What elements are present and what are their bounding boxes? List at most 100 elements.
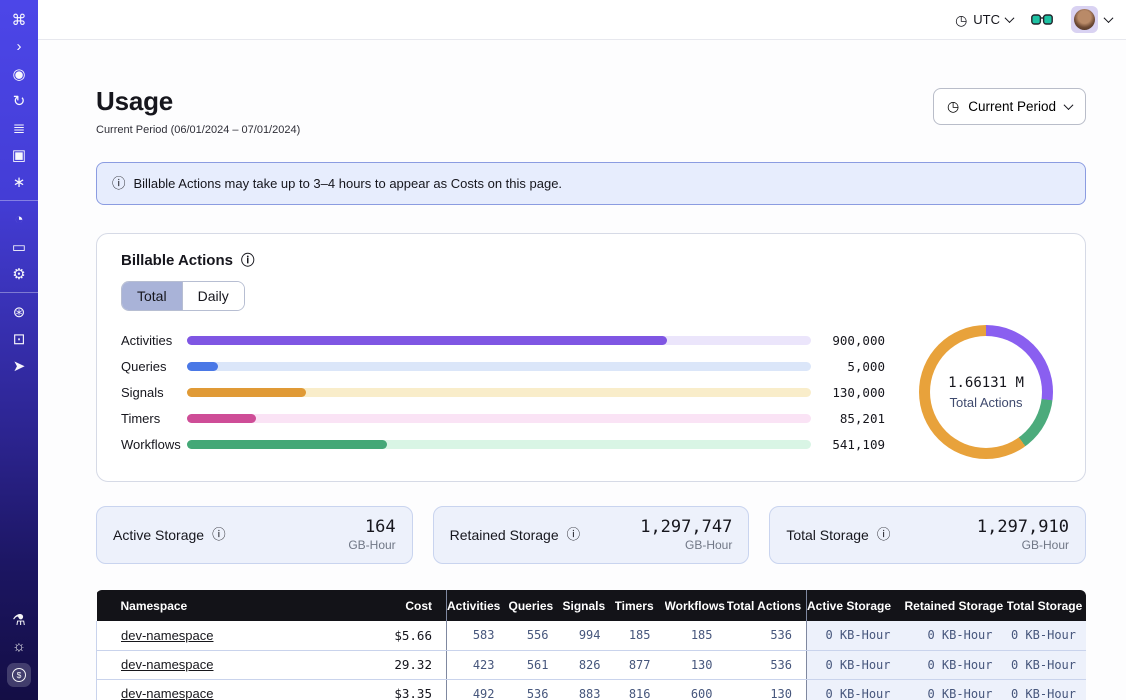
bar-value: 5,000	[811, 359, 885, 374]
sidebar-item-lifebuoy-icon[interactable]: ⊛	[0, 298, 38, 325]
info-icon[interactable]: ⓘ	[877, 528, 891, 542]
dollar-coin-icon: $	[7, 663, 31, 687]
tab-daily[interactable]: Daily	[182, 282, 244, 310]
table-row: dev-namespace$5.665835569941851855360 KB…	[97, 621, 1087, 650]
retained-storage-unit: GB-Hour	[640, 538, 732, 553]
avatar	[1071, 6, 1098, 33]
sidebar-item-retry-clock-icon[interactable]: ↻	[0, 87, 38, 114]
cell-retained-storage: 0 KB-Hour	[905, 679, 1007, 700]
sidebar-item-gear-icon[interactable]: ⚙	[0, 260, 38, 287]
glasses-button[interactable]	[1031, 13, 1053, 26]
donut-ring: 1.66131 M Total Actions	[919, 325, 1053, 459]
cell-signals: 883	[563, 679, 615, 700]
bar-value: 130,000	[811, 385, 885, 400]
active-storage-label: Active Storage	[113, 527, 204, 543]
sidebar-item-sun-icon[interactable]: ☼	[0, 633, 38, 660]
sidebar-item-eye-icon[interactable]: ◉	[0, 60, 38, 87]
total-storage-card: Total Storage ⓘ 1,297,910 GB-Hour	[769, 506, 1086, 564]
eye-icon: ◉	[12, 65, 25, 83]
cell-cost: $5.66	[355, 621, 447, 650]
sidebar-item-credit-card-icon[interactable]: ▭	[0, 233, 38, 260]
glasses-icon	[1031, 13, 1053, 26]
bar-fill	[187, 414, 256, 423]
sidebar-item-monitor-icon[interactable]: ⊡	[0, 325, 38, 352]
current-period-button[interactable]: ◷ Current Period	[933, 88, 1086, 125]
retained-storage-card: Retained Storage ⓘ 1,297,747 GB-Hour	[433, 506, 750, 564]
cell-total-storage: 0 KB-Hour	[1007, 621, 1087, 650]
timezone-label: UTC	[973, 12, 1000, 27]
banner-text: Billable Actions may take up to 3–4 hour…	[134, 176, 563, 191]
sidebar-item-layers-icon[interactable]: ≣	[0, 114, 38, 141]
namespace-link[interactable]: dev-namespace	[121, 686, 214, 700]
main-content: Usage Current Period (06/01/2024 – 07/01…	[38, 40, 1126, 700]
chevron-down-icon	[1064, 100, 1074, 110]
timezone-select[interactable]: ◷ UTC	[955, 12, 1013, 27]
cell-timers: 816	[615, 679, 665, 700]
retained-storage-value: 1,297,747	[640, 517, 732, 538]
namespace-link[interactable]: dev-namespace	[121, 628, 214, 643]
total-storage-label: Total Storage	[786, 527, 869, 543]
cell-total-actions: 536	[727, 650, 807, 679]
bar-row-signals: Signals130,000	[121, 379, 885, 405]
cell-total-actions: 536	[727, 621, 807, 650]
cell-workflows: 600	[665, 679, 727, 700]
stopwatch-icon: ◷	[947, 98, 959, 115]
credit-card-icon: ▭	[12, 238, 26, 256]
sidebar-item-asterisk-icon[interactable]: ∗	[0, 168, 38, 195]
bar-row-queries: Queries5,000	[121, 353, 885, 379]
cell-queries: 536	[509, 679, 563, 700]
bar-row-workflows: Workflows541,109	[121, 431, 885, 457]
storage-cards: Active Storage ⓘ 164 GB-Hour Retained St…	[96, 506, 1086, 564]
sidebar-item-rocket-icon[interactable]: ➤	[0, 352, 38, 379]
info-icon[interactable]: ⓘ	[567, 528, 581, 542]
cell-timers: 877	[615, 650, 665, 679]
cell-signals: 994	[563, 621, 615, 650]
cell-total-storage: 0 KB-Hour	[1007, 679, 1087, 700]
sidebar-item-chevron-right-icon[interactable]: ›	[0, 33, 38, 60]
namespace-usage-table: NamespaceCostActivitiesQueriesSignalsTim…	[96, 590, 1086, 700]
period-button-label: Current Period	[968, 99, 1056, 114]
cell-retained-storage: 0 KB-Hour	[905, 621, 1007, 650]
cell-workflows: 185	[665, 621, 727, 650]
cell-namespace: dev-namespace	[97, 679, 355, 700]
table-header-row: NamespaceCostActivitiesQueriesSignalsTim…	[97, 590, 1087, 621]
cell-queries: 561	[509, 650, 563, 679]
retry-clock-icon: ↻	[13, 92, 26, 110]
info-icon[interactable]: ⓘ	[212, 528, 226, 542]
billable-tabs: Total Daily	[121, 281, 245, 311]
info-banner: ⓘ Billable Actions may take up to 3–4 ho…	[96, 162, 1086, 205]
bar-value: 85,201	[811, 411, 885, 426]
donut-total-value: 1.66131 M	[948, 375, 1024, 391]
info-icon: ⓘ	[112, 177, 126, 191]
cell-signals: 826	[563, 650, 615, 679]
bar-track	[187, 388, 811, 397]
page-subtitle: Current Period (06/01/2024 – 07/01/2024)	[96, 124, 300, 136]
user-menu[interactable]	[1071, 6, 1112, 33]
rocket-icon: ➤	[13, 357, 26, 375]
sidebar-item-temporal-logo-icon[interactable]: ⌘	[0, 6, 38, 33]
cell-retained-storage: 0 KB-Hour	[905, 650, 1007, 679]
chevron-down-icon	[1005, 13, 1015, 23]
info-icon[interactable]: ⓘ	[241, 254, 255, 268]
asterisk-icon: ∗	[13, 173, 26, 191]
active-storage-value: 164	[348, 517, 395, 538]
sidebar-item-cube-icon[interactable]: ▣	[0, 141, 38, 168]
namespace-link[interactable]: dev-namespace	[121, 657, 214, 672]
sidebar-item-gauge-icon[interactable]: ◔	[0, 206, 38, 233]
bar-track	[187, 362, 811, 371]
cell-cost: 29.32	[355, 650, 447, 679]
tab-total[interactable]: Total	[122, 282, 182, 310]
sidebar-item-dollar-coin-icon[interactable]: $	[0, 660, 38, 690]
total-storage-value: 1,297,910	[977, 517, 1069, 538]
bar-fill	[187, 440, 387, 449]
cell-namespace: dev-namespace	[97, 650, 355, 679]
column-header-signals: Signals	[563, 590, 615, 621]
billable-actions-title: Billable Actions	[121, 252, 233, 269]
bar-label: Workflows	[121, 437, 187, 452]
cell-cost: $3.35	[355, 679, 447, 700]
billable-actions-card: Billable Actions ⓘ Total Daily Activitie…	[96, 233, 1086, 482]
chevron-right-icon: ›	[17, 38, 22, 55]
sidebar-item-flask-icon[interactable]: ⚗	[0, 606, 38, 633]
donut-total-label: Total Actions	[950, 395, 1023, 410]
active-storage-card: Active Storage ⓘ 164 GB-Hour	[96, 506, 413, 564]
